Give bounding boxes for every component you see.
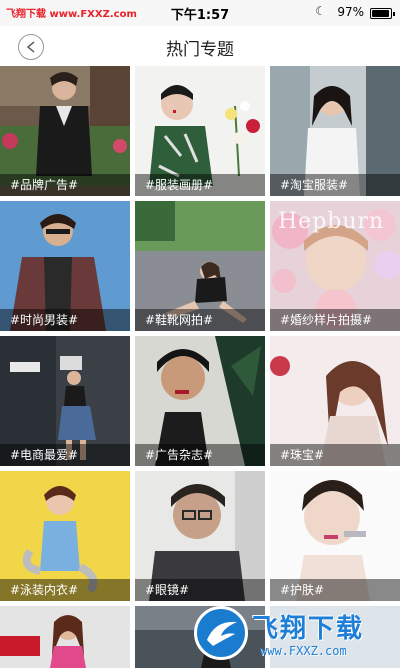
battery-icon	[370, 8, 395, 19]
topic-tile[interactable]: #眼镜#	[135, 471, 265, 601]
battery-level-fill	[372, 10, 390, 17]
topic-tile[interactable]: #泳装内衣#	[0, 471, 130, 601]
topic-tile[interactable]: #电商最爱#	[0, 336, 130, 466]
site-watermark: 飞翔下载 www.FXXZ.com	[194, 602, 394, 664]
tile-label: #泳装内衣#	[0, 579, 130, 601]
topic-tile[interactable]: #鞋靴网拍#	[135, 201, 265, 331]
watermark-logo-icon	[194, 606, 248, 660]
hepburn-overlay-text: Hepburn	[278, 209, 385, 234]
partial-photo-left	[0, 606, 130, 668]
topic-tile[interactable]: Hepburn #婚纱样片拍摄#	[270, 201, 400, 331]
watermark-title: 飞翔下载	[252, 614, 365, 644]
tile-label: #护肤#	[270, 579, 400, 601]
tile-label: #电商最爱#	[0, 444, 130, 466]
topic-tile[interactable]: #广告杂志#	[135, 336, 265, 466]
wing-icon	[207, 621, 237, 646]
topic-tile[interactable]: #时尚男装#	[0, 201, 130, 331]
tile-label: #广告杂志#	[135, 444, 265, 466]
tile-label: #时尚男装#	[0, 309, 130, 331]
status-bar: 飞翔下载 www.FXXZ.com 下午1:57 ☾ 97%	[0, 0, 400, 26]
topic-tile[interactable]	[0, 606, 130, 668]
topic-tile[interactable]: #服装画册#	[135, 66, 265, 196]
watermark-url: www.FXXZ.com	[260, 644, 347, 658]
page-title: 热门专题	[166, 40, 234, 60]
tile-label: #服装画册#	[135, 174, 265, 196]
topic-grid: #品牌广告# #服装画册# #淘宝服装# #时尚男装# #鞋靴网拍# Hepbu…	[0, 66, 400, 668]
tile-label: #淘宝服装#	[270, 174, 400, 196]
do-not-disturb-icon: ☾	[315, 4, 326, 18]
tile-label: #眼镜#	[135, 579, 265, 601]
tile-label: #珠宝#	[270, 444, 400, 466]
topic-tile[interactable]: #珠宝#	[270, 336, 400, 466]
tile-label: #鞋靴网拍#	[135, 309, 265, 331]
tile-label: #婚纱样片拍摄#	[270, 309, 400, 331]
tile-label: #品牌广告#	[0, 174, 130, 196]
topic-tile[interactable]: #品牌广告#	[0, 66, 130, 196]
battery-percent: 97%	[337, 5, 364, 19]
topic-tile[interactable]: #护肤#	[270, 471, 400, 601]
nav-bar: 热门专题	[0, 26, 400, 66]
topic-tile[interactable]: #淘宝服装#	[270, 66, 400, 196]
